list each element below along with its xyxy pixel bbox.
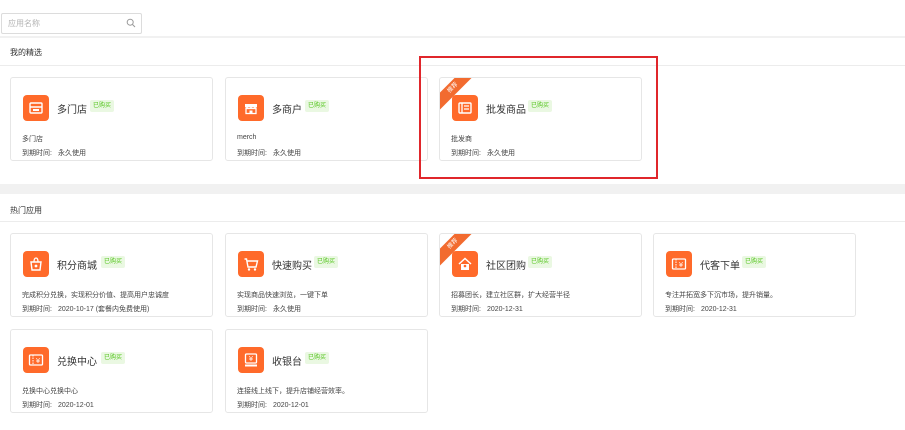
expiry-info: 到期时间: 2020-12-31	[451, 304, 523, 314]
search-input[interactable]	[8, 16, 120, 31]
section-title-my-picks: 我的精选	[10, 48, 42, 57]
purchased-badge: 已购买	[305, 352, 330, 364]
app-name: 社区团购	[486, 261, 526, 272]
section-title-hot-apps: 热门应用	[10, 206, 42, 215]
top-bar	[0, 0, 905, 36]
expiry-label: 到期时间:	[451, 306, 481, 313]
purchased-badge: 已购买	[101, 352, 126, 364]
expiry-info: 到期时间: 2020-12-01	[22, 400, 94, 410]
svg-text:¥: ¥	[249, 355, 254, 363]
purchased-badge: 已购买	[742, 256, 767, 268]
app-name: 兑换中心	[57, 357, 97, 368]
app-card-exchange-center[interactable]: ¥ 兑换中心 已购买 兑换中心兑换中心 到期时间: 2020-12-01	[10, 329, 213, 413]
expiry-value: 永久使用	[272, 306, 301, 313]
ticket-yen-icon: ¥	[666, 251, 692, 277]
purchased-badge: 已购买	[528, 256, 553, 268]
exchange-yen-icon: ¥	[23, 347, 49, 373]
expiry-info: 到期时间: 永久使用	[22, 148, 86, 158]
expiry-value: 2020-12-01	[57, 402, 94, 409]
purchased-badge: 已购买	[314, 256, 339, 268]
expiry-label: 到期时间:	[237, 402, 267, 409]
expiry-info: 到期时间: 2020-12-01	[237, 400, 309, 410]
expiry-info: 到期时间: 2020-10-17 (套餐内免费使用)	[22, 304, 149, 314]
svg-text:¥: ¥	[679, 261, 684, 269]
app-card-cashier[interactable]: ¥ 收银台 已购买 连接线上线下，提升店铺经营效率。 到期时间: 2020-12-…	[225, 329, 428, 413]
expiry-info: 到期时间: 2020-12-31	[665, 304, 737, 314]
expiry-value: 2020-10-17 (套餐内免费使用)	[57, 306, 150, 313]
search-icon[interactable]	[126, 18, 136, 28]
expiry-label: 到期时间:	[237, 306, 267, 313]
purchased-badge: 已购买	[90, 100, 115, 112]
app-name: 积分商城	[57, 261, 97, 272]
expiry-value: 2020-12-31	[486, 306, 523, 313]
expiry-info: 到期时间: 永久使用	[237, 148, 301, 158]
app-card-multi-merchant[interactable]: 多商户 已购买 merch 到期时间: 永久使用	[225, 77, 428, 161]
highlight-box	[419, 56, 658, 179]
app-description: 多门店	[22, 136, 43, 143]
points-bag-icon	[23, 251, 49, 277]
expiry-info: 到期时间: 永久使用	[237, 304, 301, 314]
app-description: 专注并拓宽多下沉市场，提升销量。	[665, 292, 777, 299]
expiry-label: 到期时间:	[22, 402, 52, 409]
expiry-label: 到期时间:	[22, 150, 52, 157]
community-icon	[452, 251, 478, 277]
app-card-quick-buy[interactable]: 快速购买 已购买 实现商品快速浏览，一键下单 到期时间: 永久使用	[225, 233, 428, 317]
purchased-badge: 已购买	[101, 256, 126, 268]
expiry-label: 到期时间:	[665, 306, 695, 313]
app-card-points-mall[interactable]: 积分商城 已购买 完成积分兑换，实现积分价值、提高用户忠诚度 到期时间: 2020…	[10, 233, 213, 317]
app-card-multi-store[interactable]: 多门店 已购买 多门店 到期时间: 永久使用	[10, 77, 213, 161]
expiry-label: 到期时间:	[22, 306, 52, 313]
expiry-label: 到期时间:	[237, 150, 267, 157]
app-name: 多商户	[272, 105, 302, 116]
app-description: 实现商品快速浏览，一键下单	[237, 292, 328, 299]
app-description: 连接线上线下，提升店铺经营效率。	[237, 388, 349, 395]
divider	[0, 221, 905, 222]
hot-apps-section: 热门应用 积分商城 已购买 完成积分兑换，实现积分价值、提高用户忠诚度 到期时间…	[0, 194, 905, 430]
shop-icon	[238, 95, 264, 121]
app-description: 兑换中心兑换中心	[22, 388, 78, 395]
store-icon	[23, 95, 49, 121]
search-box[interactable]	[1, 13, 142, 34]
expiry-value: 永久使用	[272, 150, 301, 157]
app-description: 完成积分兑换，实现积分价值、提高用户忠诚度	[22, 292, 169, 299]
app-description: 招募团长，建立社区群，扩大经营半径	[451, 292, 570, 299]
expiry-value: 2020-12-01	[272, 402, 309, 409]
app-card-proxy-order[interactable]: ¥ 代客下单 已购买 专注并拓宽多下沉市场，提升销量。 到期时间: 2020-12…	[653, 233, 856, 317]
app-name: 多门店	[57, 105, 87, 116]
app-name: 收银台	[272, 357, 302, 368]
expiry-value: 2020-12-31	[700, 306, 737, 313]
cashier-icon: ¥	[238, 347, 264, 373]
svg-text:¥: ¥	[36, 357, 41, 365]
app-description: merch	[237, 134, 257, 141]
expiry-value: 永久使用	[57, 150, 86, 157]
cart-icon	[238, 251, 264, 277]
app-card-community-group-buy[interactable]: 推荐 社区团购 已购买 招募团长，建立社区群，扩大经营半径 到期时间: 2020-…	[439, 233, 642, 317]
app-name: 快速购买	[272, 261, 312, 272]
purchased-badge: 已购买	[305, 100, 330, 112]
app-name: 代客下单	[700, 261, 740, 272]
